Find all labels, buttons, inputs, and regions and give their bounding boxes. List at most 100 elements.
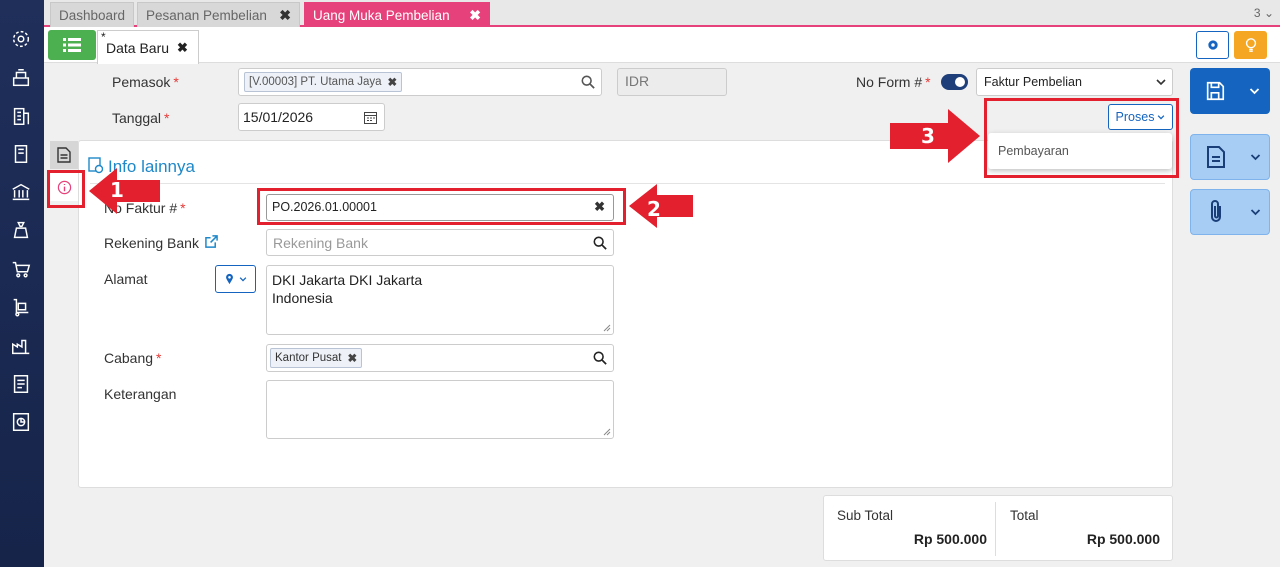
search-icon[interactable]	[593, 351, 607, 365]
tanggal-field[interactable]: 15/01/2026	[238, 103, 385, 131]
alamat-line: Indonesia	[272, 290, 333, 306]
tab-bar: Dashboard Pesanan Pembelian ✖ Uang Muka P…	[44, 0, 1280, 27]
book-icon[interactable]	[9, 142, 33, 166]
chevron-down-icon	[1250, 153, 1260, 160]
factory-icon[interactable]	[9, 334, 33, 358]
chevron-down-icon	[1250, 208, 1260, 215]
paperclip-icon	[1211, 200, 1221, 222]
pemasok-label: Pemasok *	[112, 74, 179, 90]
subtotal-label: Sub Total	[837, 508, 894, 523]
remove-icon[interactable]: ✖	[347, 351, 357, 365]
resize-handle-icon[interactable]	[603, 428, 611, 436]
noform-label: No Form # *	[856, 74, 931, 90]
tab-pesanan-pembelian[interactable]: Pesanan Pembelian ✖	[137, 2, 300, 27]
totals-box: Sub Total Rp 500.000 Total Rp 500.000	[823, 495, 1173, 561]
cash-register-icon[interactable]	[9, 66, 33, 90]
faktur-type-select[interactable]: Faktur Pembelian	[976, 68, 1173, 96]
tanggal-label: Tanggal *	[112, 110, 170, 126]
subtab-label: Data Baru	[106, 39, 170, 56]
annotation-number-1: 1	[110, 178, 124, 202]
sub-toolbar: * Data Baru ✖	[44, 27, 1280, 64]
rekening-placeholder: Rekening Bank	[273, 235, 368, 251]
subtab-data-baru[interactable]: * Data Baru ✖	[97, 30, 199, 64]
save-options-dropdown[interactable]	[1240, 87, 1268, 95]
total-label: Total	[1010, 508, 1039, 523]
annotation-number-2: 2	[647, 197, 661, 221]
document-icon	[1207, 146, 1225, 168]
cabang-chip: Kantor Pusat ✖	[270, 348, 363, 368]
building-icon[interactable]	[9, 104, 33, 128]
pemasok-field[interactable]: [V.00003] PT. Utama Jaya ✖	[238, 68, 602, 96]
tab-dashboard[interactable]: Dashboard	[50, 2, 134, 27]
unsaved-marker: *	[101, 30, 106, 44]
total-value: Rp 500.000	[1086, 531, 1160, 547]
gear-icon	[1207, 40, 1218, 50]
tips-button[interactable]	[1234, 31, 1267, 59]
search-icon[interactable]	[593, 236, 607, 250]
money-bag-icon[interactable]	[9, 218, 33, 242]
pemasok-chip: [V.00003] PT. Utama Jaya ✖	[244, 72, 403, 92]
annotation-box-1	[47, 170, 85, 208]
trolley-icon[interactable]	[9, 295, 33, 319]
tab-count-dropdown[interactable]: 3 ⌄	[1254, 6, 1274, 20]
document-icon	[57, 147, 71, 163]
settings-button[interactable]	[1196, 31, 1229, 59]
cart-icon[interactable]	[9, 257, 33, 281]
chevron-down-icon	[1156, 79, 1166, 86]
save-button[interactable]	[1190, 68, 1270, 114]
attachment-options-dropdown[interactable]	[1241, 208, 1269, 216]
rekening-input[interactable]: Rekening Bank	[266, 229, 614, 256]
tab-detail[interactable]	[50, 141, 78, 169]
annotation-arrow-2	[629, 184, 693, 228]
attachment-button[interactable]	[1190, 189, 1270, 235]
left-sidebar	[0, 0, 44, 567]
tab-label: Dashboard	[59, 7, 126, 23]
keterangan-textarea[interactable]	[266, 380, 614, 439]
remove-icon[interactable]: ✖	[388, 75, 398, 89]
annotation-box-2	[257, 188, 626, 225]
faktur-type-value: Faktur Pembelian	[984, 75, 1082, 89]
rekening-label: Rekening Bank	[104, 235, 218, 251]
alamat-line: DKI Jakarta DKI Jakarta	[272, 272, 423, 288]
external-link-icon[interactable]	[205, 235, 218, 248]
search-icon[interactable]	[581, 75, 595, 89]
close-icon[interactable]: ✖	[469, 7, 481, 24]
resize-handle-icon[interactable]	[603, 324, 611, 332]
pemasok-value: [V.00003] PT. Utama Jaya	[249, 76, 382, 88]
chevron-down-icon	[239, 276, 246, 281]
annotation-box-3	[984, 98, 1179, 178]
floppy-disk-icon	[1206, 81, 1225, 101]
alamat-label: Alamat	[104, 271, 148, 287]
currency-value: IDR	[625, 73, 650, 89]
tab-label: Pesanan Pembelian	[146, 7, 267, 23]
document-options-dropdown[interactable]	[1241, 153, 1269, 161]
annotation-arrow-3	[890, 109, 980, 163]
close-icon[interactable]: ✖	[279, 7, 291, 24]
report-chart-icon[interactable]	[9, 410, 33, 434]
cabang-label: Cabang *	[104, 350, 162, 366]
alamat-textarea[interactable]: DKI Jakarta DKI Jakarta Indonesia	[266, 265, 614, 335]
cabang-field[interactable]: Kantor Pusat ✖	[266, 344, 614, 372]
bank-icon[interactable]	[9, 180, 33, 204]
location-button[interactable]	[215, 265, 256, 293]
tax-document-icon[interactable]	[9, 372, 33, 396]
list-view-button[interactable]	[48, 30, 96, 60]
tab-count: 3	[1253, 6, 1261, 20]
calendar-icon[interactable]	[364, 111, 377, 124]
tab-uang-muka-pembelian[interactable]: Uang Muka Pembelian ✖	[304, 2, 490, 27]
settings-icon[interactable]	[9, 27, 33, 51]
tanggal-value: 15/01/2026	[243, 109, 314, 125]
document-button[interactable]	[1190, 134, 1270, 180]
chevron-down-icon	[1249, 87, 1259, 94]
keterangan-label: Keterangan	[104, 386, 177, 402]
annotation-number-3: 3	[921, 124, 935, 148]
divider	[995, 502, 996, 556]
currency-field: IDR	[617, 68, 727, 96]
cabang-value: Kantor Pusat	[275, 352, 342, 364]
lightbulb-icon	[1245, 38, 1256, 52]
close-icon[interactable]: ✖	[177, 40, 188, 56]
map-pin-icon	[225, 273, 233, 285]
annotation-arrow-1	[89, 168, 160, 214]
tab-label: Uang Muka Pembelian	[313, 7, 450, 23]
noform-auto-toggle[interactable]	[941, 74, 968, 90]
